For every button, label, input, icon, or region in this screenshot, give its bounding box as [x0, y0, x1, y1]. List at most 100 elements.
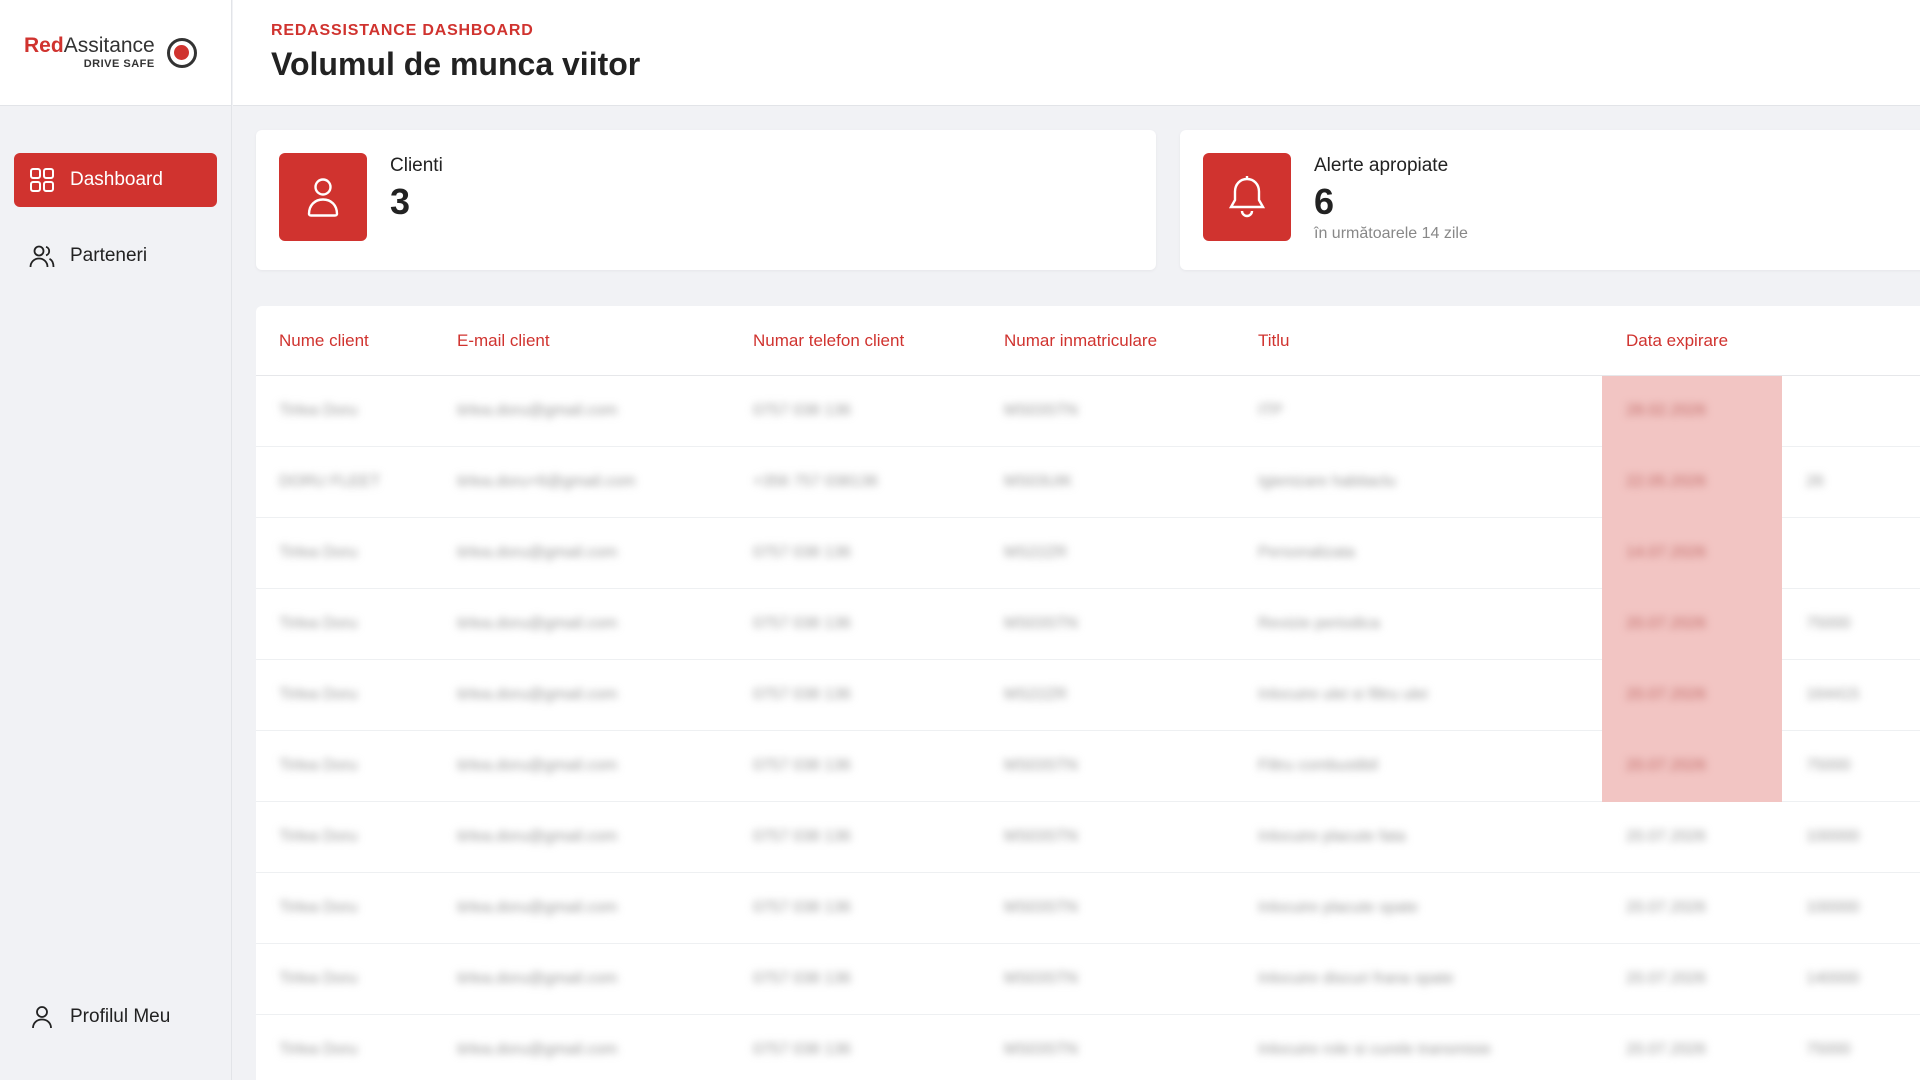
sidebar: RedAssitance DRIVE SAFE Dashboard Parten… — [0, 0, 232, 1080]
cell-email: tirlea.doru+6@gmail.com — [457, 473, 636, 490]
cell-phone: 0757 038 136 — [753, 402, 851, 419]
cell-date: 22.05.2026 — [1626, 473, 1707, 490]
page-kicker: REDASSISTANCE DASHBOARD — [271, 22, 534, 39]
table-row[interactable]: Tirlea Doru tirlea.doru@gmail.com 0757 038… — [256, 1015, 1920, 1080]
stat-label: Alerte apropiate — [1314, 155, 1449, 176]
column-header-plate[interactable]: Numar inmatriculare — [1004, 306, 1157, 376]
cell-name: Tirlea Doru — [279, 686, 358, 703]
cell-phone: 0757 038 136 — [753, 1041, 851, 1058]
cell-name: Tirlea Doru — [279, 1041, 358, 1058]
cell-name: Tirlea Doru — [279, 899, 358, 916]
user-icon — [279, 153, 367, 241]
cell-name: DORU FLEET — [279, 473, 381, 490]
users-icon — [29, 245, 55, 268]
cell-date: 20.07.2026 — [1626, 757, 1707, 774]
cell-plate: MS03UIK — [1004, 473, 1073, 490]
cell-email: tirlea.doru@gmail.com — [457, 1041, 618, 1058]
column-header-expiry[interactable]: Data expirare — [1626, 306, 1728, 376]
sidebar-nav: Dashboard Parteneri — [0, 106, 231, 283]
cell-date: 20.07.2026 — [1626, 615, 1707, 632]
cell-email: tirlea.doru@gmail.com — [457, 615, 618, 632]
cell-email: tirlea.doru@gmail.com — [457, 828, 618, 845]
table-header: Nume client E-mail client Numar telefon … — [256, 306, 1920, 376]
cell-date: 14.07.2026 — [1626, 544, 1707, 561]
sidebar-item-profile[interactable]: Profilul Meu — [14, 990, 218, 1044]
cell-phone: +356 757 038136 — [753, 473, 879, 490]
cell-date: 20.07.2026 — [1626, 828, 1707, 845]
table-row[interactable]: Tirlea Doru tirlea.doru@gmail.com 0757 038… — [256, 376, 1920, 447]
logo-tagline: DRIVE SAFE — [83, 58, 155, 70]
column-header-title[interactable]: Titlu — [1258, 306, 1290, 376]
cell-plate: MS03STN — [1004, 757, 1078, 774]
stat-card-clients: Clienti 3 — [256, 130, 1156, 270]
cell-plate: MS22ZR — [1004, 686, 1068, 703]
cell-plate: MS03STN — [1004, 615, 1078, 632]
sidebar-item-dashboard[interactable]: Dashboard — [14, 153, 217, 207]
cell-name: Tirlea Doru — [279, 544, 358, 561]
cell-name: Tirlea Doru — [279, 828, 358, 845]
table-row[interactable]: Tirlea Doru tirlea.doru@gmail.com 0757 038… — [256, 518, 1920, 589]
cell-name: Tirlea Doru — [279, 402, 358, 419]
cell-title: Inlocuire role si curele transmisie — [1258, 1041, 1491, 1058]
stat-subtitle: în următoarele 14 zile — [1314, 225, 1468, 242]
bell-icon — [1203, 153, 1291, 241]
cell-date: 20.07.2026 — [1626, 970, 1707, 987]
cell-email: tirlea.doru@gmail.com — [457, 970, 618, 987]
cell-plate: MS03STN — [1004, 970, 1078, 987]
cell-date: 28.02.2026 — [1626, 402, 1707, 419]
sidebar-item-label: Dashboard — [70, 169, 163, 190]
logo-text-red: Red — [24, 34, 64, 57]
cell-phone: 0757 038 136 — [753, 686, 851, 703]
table-row[interactable]: Tirlea Doru tirlea.doru@gmail.com 0757 038… — [256, 802, 1920, 873]
cell-date: 20.07.2026 — [1626, 899, 1707, 916]
cell-email: tirlea.doru@gmail.com — [457, 757, 618, 774]
cell-name: Tirlea Doru — [279, 615, 358, 632]
cell-date: 20.07.2026 — [1626, 1041, 1707, 1058]
sidebar-item-label: Profilul Meu — [70, 1006, 171, 1027]
cell-phone: 0757 038 136 — [753, 544, 851, 561]
cell-date: 20.07.2026 — [1626, 686, 1707, 703]
cell-plate: MS22ZR — [1004, 544, 1068, 561]
logo[interactable]: RedAssitance DRIVE SAFE — [0, 0, 231, 106]
cell-extra: 140000 — [1806, 970, 1860, 987]
cell-name: Tirlea Doru — [279, 757, 358, 774]
cell-title: Filtru combustibil — [1258, 757, 1379, 774]
cell-extra: 75000 — [1806, 615, 1851, 632]
cell-phone: 0757 038 136 — [753, 970, 851, 987]
column-header-email[interactable]: E-mail client — [457, 306, 550, 376]
cell-email: tirlea.doru@gmail.com — [457, 544, 618, 561]
sidebar-item-parteneri[interactable]: Parteneri — [14, 229, 217, 283]
grid-icon — [30, 168, 54, 192]
table-body: Tirlea Doru tirlea.doru@gmail.com 0757 038… — [256, 376, 1920, 1080]
table-row[interactable]: Tirlea Doru tirlea.doru@gmail.com 0757 038… — [256, 873, 1920, 944]
cell-extra: 75000 — [1806, 757, 1851, 774]
column-header-phone[interactable]: Numar telefon client — [753, 306, 904, 376]
cell-title: Personalizata — [1258, 544, 1355, 561]
sidebar-item-label: Parteneri — [70, 245, 148, 266]
table-row[interactable]: Tirlea Doru tirlea.doru@gmail.com 0757 038… — [256, 731, 1920, 802]
table-row[interactable]: DORU FLEET tirlea.doru+6@gmail.com +356 75… — [256, 447, 1920, 518]
cell-phone: 0757 038 136 — [753, 828, 851, 845]
table-row[interactable]: Tirlea Doru tirlea.doru@gmail.com 0757 038… — [256, 944, 1920, 1015]
cell-plate: MS03STN — [1004, 1041, 1078, 1058]
table-row[interactable]: Tirlea Doru tirlea.doru@gmail.com 0757 038… — [256, 589, 1920, 660]
cell-title: Inlocuire discuri frana spate — [1258, 970, 1454, 987]
user-icon — [32, 1006, 52, 1029]
cell-title: Revizie periodica — [1258, 615, 1380, 632]
cell-email: tirlea.doru@gmail.com — [457, 686, 618, 703]
cell-email: tirlea.doru@gmail.com — [457, 899, 618, 916]
cell-extra: 26 — [1806, 473, 1824, 490]
logo-text-grey: Assitance — [63, 34, 155, 57]
cell-plate: MS03STN — [1004, 402, 1078, 419]
page-title: Volumul de munca viitor — [271, 46, 641, 82]
cell-extra: 164415 — [1806, 686, 1860, 703]
stat-value: 3 — [390, 181, 411, 222]
stat-value: 6 — [1314, 181, 1335, 222]
cell-extra: 75000 — [1806, 1041, 1851, 1058]
cell-email: tirlea.doru@gmail.com — [457, 402, 618, 419]
column-header-name[interactable]: Nume client — [279, 306, 369, 376]
workload-table: Nume client E-mail client Numar telefon … — [256, 306, 1920, 1080]
cell-phone: 0757 038 136 — [753, 615, 851, 632]
stat-label: Clienti — [390, 155, 443, 176]
table-row[interactable]: Tirlea Doru tirlea.doru@gmail.com 0757 038… — [256, 660, 1920, 731]
